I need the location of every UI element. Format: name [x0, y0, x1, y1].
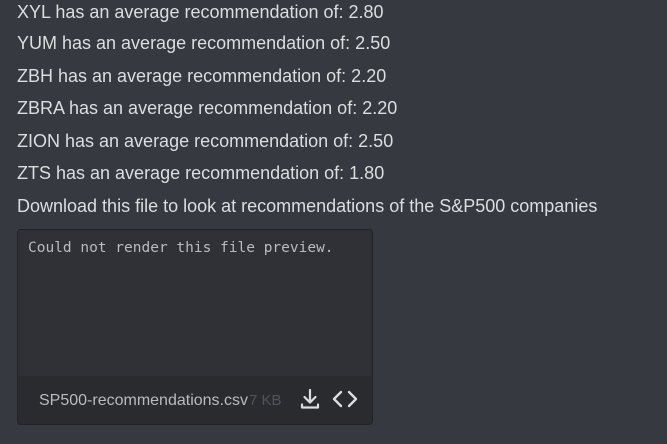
message-line-download-note: Download this file to look at recommenda… — [17, 195, 598, 216]
message-line-zts: ZTS has an average recommendation of: 1.… — [17, 163, 385, 183]
message-line-zbra: ZBRA has an average recommendation of: 2… — [17, 98, 398, 118]
download-button[interactable] — [296, 385, 324, 413]
view-code-button[interactable] — [331, 385, 359, 413]
message-content: XYL has an average recommendation of: 2.… — [17, 0, 657, 225]
attachment-filename[interactable]: SP500-recommendations.csv — [39, 392, 248, 409]
file-attachment: Could not render this file preview. SP50… — [17, 229, 373, 425]
message-line-zion: ZION has an average recommendation of: 2… — [17, 130, 394, 151]
attachment-file-info: SP500-recommendations.csv7 KB — [39, 392, 282, 410]
preview-error-text: Could not render this file preview. — [28, 240, 334, 256]
attachment-footer: SP500-recommendations.csv7 KB — [18, 376, 372, 424]
message-line-xyl: XYL has an average recommendation of: 2.… — [17, 2, 384, 22]
message-line-zbh: ZBH has an average recommendation of: 2.… — [17, 65, 387, 86]
code-icon — [332, 390, 358, 408]
download-icon — [300, 388, 320, 409]
message-line-yum: YUM has an average recommendation of: 2.… — [17, 33, 391, 53]
file-preview[interactable]: Could not render this file preview. — [18, 230, 372, 376]
attachment-filesize: 7 KB — [248, 392, 282, 409]
